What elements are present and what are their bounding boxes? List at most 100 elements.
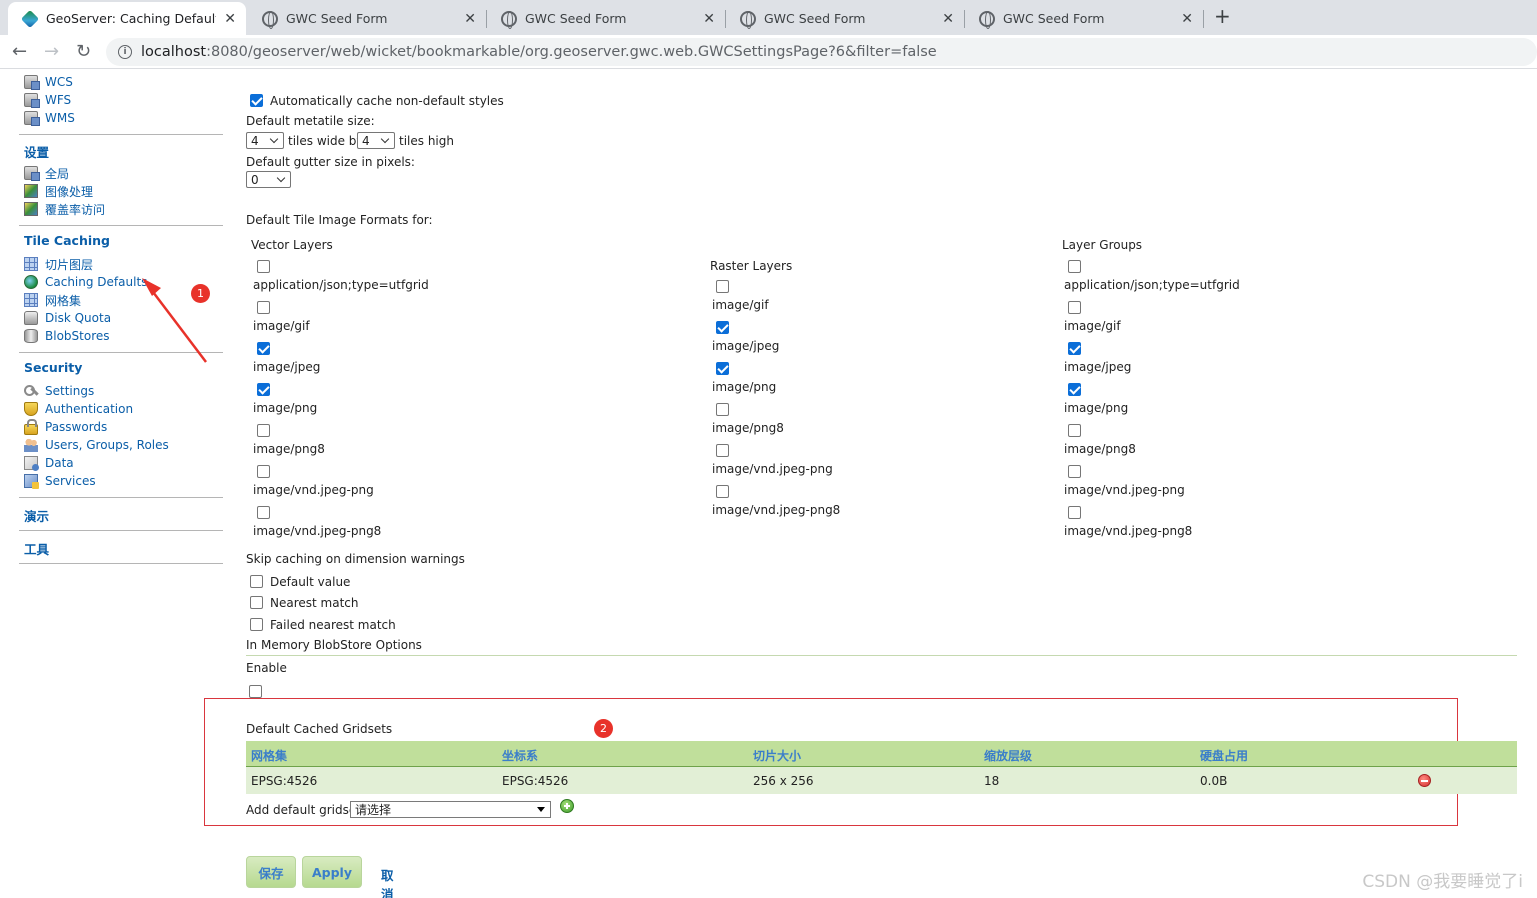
raster-format-label: image/vnd.jpeg-png8 [712,503,841,517]
close-icon[interactable]: ✕ [942,11,954,27]
metatile-high-select[interactable]: 4 [357,132,395,149]
add-gridset-select[interactable]: 请选择 [350,801,551,818]
section-heading-settings: 设置 [24,145,50,160]
group-format-label: image/gif [1064,319,1121,333]
sidebar-item-label: Passwords [45,420,108,434]
sidebar-item-disk-quota[interactable]: Disk Quota [24,310,111,326]
vector-format-checkbox[interactable] [257,506,270,519]
gutter-label: Default gutter size in pixels: [246,155,415,169]
group-format-checkbox[interactable] [1068,465,1081,478]
gutter-select[interactable]: 0 [246,171,291,188]
column-header[interactable]: 硬盘占用 [1200,747,1248,764]
tab-gwc-seed-form-1[interactable]: GWC Seed Form ✕ [248,2,486,35]
skip-nearest-match-checkbox[interactable] [250,596,263,609]
divider [19,352,223,353]
section-heading-tools[interactable]: 工具 [24,539,49,558]
auto-cache-checkbox[interactable] [250,94,263,107]
services-icon [24,474,39,489]
sidebar-item-label: Users, Groups, Roles [45,438,169,452]
sidebar-item-security-settings[interactable]: Settings [24,383,94,399]
save-button[interactable]: 保存 [246,856,296,888]
skip-default-value-checkbox[interactable] [250,575,263,588]
raster-format-checkbox[interactable] [716,485,729,498]
column-header[interactable]: 切片大小 [753,747,801,764]
column-header[interactable]: 缩放层级 [984,747,1032,764]
raster-format-checkbox[interactable] [716,362,729,375]
sidebar-item-global[interactable]: 全局 [24,165,69,181]
sidebar-item-label: Authentication [45,402,134,416]
close-icon[interactable]: ✕ [1181,11,1193,27]
divider [19,134,223,135]
sidebar-item-coverage-access[interactable]: 覆盖率访问 [24,201,105,217]
reload-icon[interactable]: ↻ [76,41,91,62]
users-icon [24,438,38,452]
vector-format-checkbox[interactable] [257,465,270,478]
raster-format-label: image/vnd.jpeg-png [712,462,833,476]
sidebar-item-label: 覆盖率访问 [45,202,106,217]
tab-gwc-seed-form-2[interactable]: GWC Seed Form ✕ [487,2,725,35]
site-info-icon[interactable]: i [118,45,132,59]
vector-format-checkbox[interactable] [257,342,270,355]
group-format-checkbox[interactable] [1068,301,1081,314]
column-header[interactable]: 网格集 [251,747,287,764]
group-format-checkbox[interactable] [1068,260,1081,273]
column-header[interactable]: 坐标系 [502,747,538,764]
tab-title: GWC Seed Form [764,11,866,26]
raster-format-checkbox[interactable] [716,403,729,416]
vector-format-label: image/vnd.jpeg-png8 [253,524,382,538]
database-icon [24,329,38,343]
sidebar-item-tile-layers[interactable]: 切片图层 [24,256,93,272]
sidebar-item-image-processing[interactable]: 图像处理 [24,183,93,199]
sidebar-item-users-groups-roles[interactable]: Users, Groups, Roles [24,437,169,453]
sidebar-item-label: Data [45,456,74,470]
apply-button[interactable]: Apply [302,856,362,888]
vector-format-checkbox[interactable] [257,424,270,437]
add-gridset-label: Add default gridset [246,803,361,817]
group-format-checkbox[interactable] [1068,506,1081,519]
vector-format-checkbox[interactable] [257,383,270,396]
group-format-checkbox[interactable] [1068,342,1081,355]
memory-blobstore-label: In Memory BlobStore Options [246,638,422,652]
section-heading-demos[interactable]: 演示 [24,506,49,525]
group-format-checkbox[interactable] [1068,424,1081,437]
raster-format-checkbox[interactable] [716,321,729,334]
cancel-link[interactable]: 取消 [381,865,394,898]
sidebar-item-wcs[interactable]: WCS [24,74,73,90]
chevron-down-icon [269,134,279,144]
tab-caching-defaults[interactable]: GeoServer: Caching Defaults ✕ [8,2,246,35]
tab-gwc-seed-form-4[interactable]: GWC Seed Form ✕ [965,2,1203,35]
sidebar-item-blobstores[interactable]: BlobStores [24,328,110,344]
chevron-down-icon [380,134,390,144]
raster-format-checkbox[interactable] [716,444,729,457]
url-field[interactable]: i localhost:8080/geoserver/web/wicket/bo… [106,38,1537,66]
tab-gwc-seed-form-3[interactable]: GWC Seed Form ✕ [726,2,964,35]
vector-format-checkbox[interactable] [257,301,270,314]
sidebar-item-data[interactable]: Data [24,455,74,471]
globe-icon [262,10,278,29]
new-tab-button[interactable]: + [1214,4,1231,28]
sidebar-item-wms[interactable]: WMS [24,110,75,126]
forward-arrow-icon[interactable]: → [44,41,59,62]
remove-gridset-icon[interactable] [1418,774,1431,787]
chevron-down-icon [276,173,286,183]
sidebar-item-services[interactable]: Services [24,473,96,489]
close-icon[interactable]: ✕ [224,11,236,27]
skip-failed-nearest-checkbox[interactable] [250,618,263,631]
enable-memory-blobstore-checkbox[interactable] [249,685,262,698]
close-icon[interactable]: ✕ [464,11,476,27]
add-gridset-icon[interactable] [560,799,574,813]
group-format-label: image/vnd.jpeg-png [1064,483,1185,497]
sidebar-item-authentication[interactable]: Authentication [24,401,133,417]
back-arrow-icon[interactable]: ← [12,41,27,62]
sidebar-item-passwords[interactable]: Passwords [24,418,108,435]
sidebar-item-caching-defaults[interactable]: Caching Defaults [24,274,147,290]
close-icon[interactable]: ✕ [703,11,715,27]
metatile-wide-select[interactable]: 4 [246,132,284,149]
divider [19,225,223,226]
skip-option-label: Failed nearest match [270,618,396,632]
raster-format-checkbox[interactable] [716,280,729,293]
group-format-checkbox[interactable] [1068,383,1081,396]
vector-format-checkbox[interactable] [257,260,270,273]
sidebar-item-wfs[interactable]: WFS [24,92,71,108]
sidebar-item-gridsets[interactable]: 网格集 [24,292,81,308]
